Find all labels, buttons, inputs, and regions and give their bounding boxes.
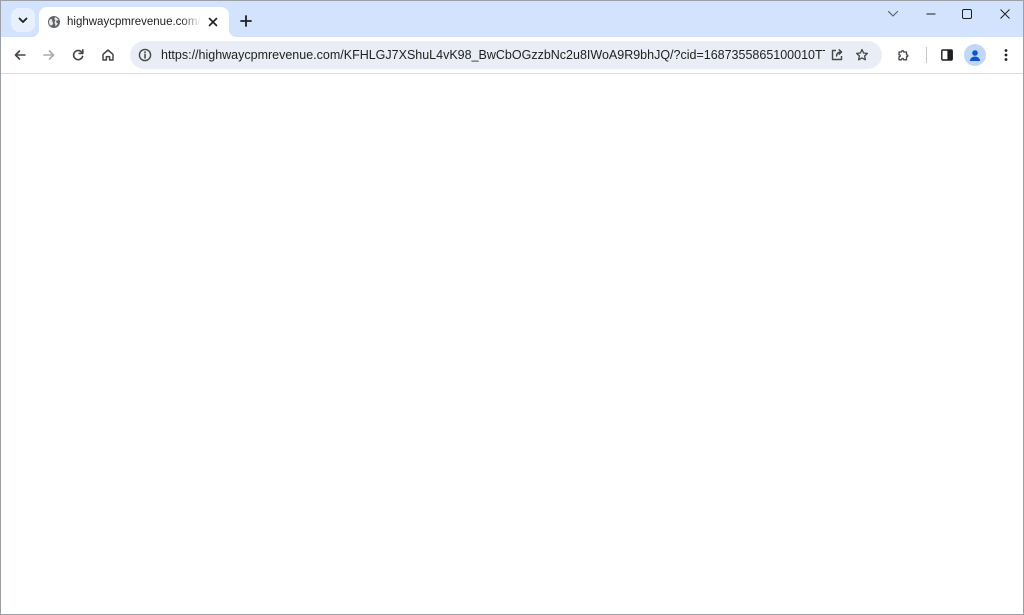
- kebab-menu-icon: [1004, 48, 1008, 62]
- info-icon: [138, 48, 152, 62]
- star-icon: [855, 48, 869, 62]
- share-icon: [830, 48, 844, 62]
- close-window-button[interactable]: [986, 1, 1023, 27]
- menu-button[interactable]: [993, 42, 1019, 68]
- side-panel-icon: [940, 48, 954, 62]
- window-list-button[interactable]: [874, 1, 912, 27]
- side-panel-button[interactable]: [934, 42, 960, 68]
- address-bar[interactable]: https://highwaycpmrevenue.com/KFHLGJ7XSh…: [130, 41, 882, 69]
- url-text[interactable]: https://highwaycpmrevenue.com/KFHLGJ7XSh…: [161, 48, 825, 62]
- page-content[interactable]: [1, 75, 1023, 614]
- home-button[interactable]: [95, 42, 121, 68]
- tab-strip: highwaycpmrevenue.com/KFHLGJ7XShuL4vK98_…: [1, 1, 1023, 37]
- reload-button[interactable]: [65, 42, 91, 68]
- chevron-down-icon: [887, 10, 899, 18]
- reload-icon: [71, 48, 85, 62]
- maximize-icon: [961, 8, 973, 20]
- forward-button[interactable]: [36, 42, 62, 68]
- plus-icon: [240, 15, 252, 27]
- puzzle-icon: [896, 47, 912, 63]
- tab-title: highwaycpmrevenue.com/KFHLGJ7XShuL4vK98_…: [67, 16, 201, 28]
- extensions-button[interactable]: [891, 42, 917, 68]
- arrow-left-icon: [13, 48, 27, 62]
- close-icon: [999, 8, 1011, 20]
- site-info-button[interactable]: [134, 44, 156, 66]
- person-icon: [967, 47, 983, 63]
- share-button[interactable]: [826, 44, 848, 66]
- new-tab-button[interactable]: [235, 10, 257, 32]
- arrow-right-icon: [42, 48, 56, 62]
- avatar[interactable]: [964, 44, 986, 66]
- bookmark-button[interactable]: [851, 44, 873, 66]
- browser-window: highwaycpmrevenue.com/KFHLGJ7XShuL4vK98_…: [0, 0, 1024, 615]
- close-icon[interactable]: [205, 14, 221, 30]
- home-icon: [101, 48, 115, 62]
- toolbar: https://highwaycpmrevenue.com/KFHLGJ7XSh…: [1, 37, 1023, 74]
- back-button[interactable]: [7, 42, 33, 68]
- maximize-button[interactable]: [948, 1, 986, 27]
- tab-active[interactable]: highwaycpmrevenue.com/KFHLGJ7XShuL4vK98_…: [31, 7, 237, 37]
- minimize-icon: [925, 8, 937, 20]
- globe-icon: [47, 15, 61, 29]
- chevron-down-icon: [17, 14, 29, 26]
- minimize-button[interactable]: [912, 1, 950, 27]
- toolbar-divider: [926, 47, 927, 63]
